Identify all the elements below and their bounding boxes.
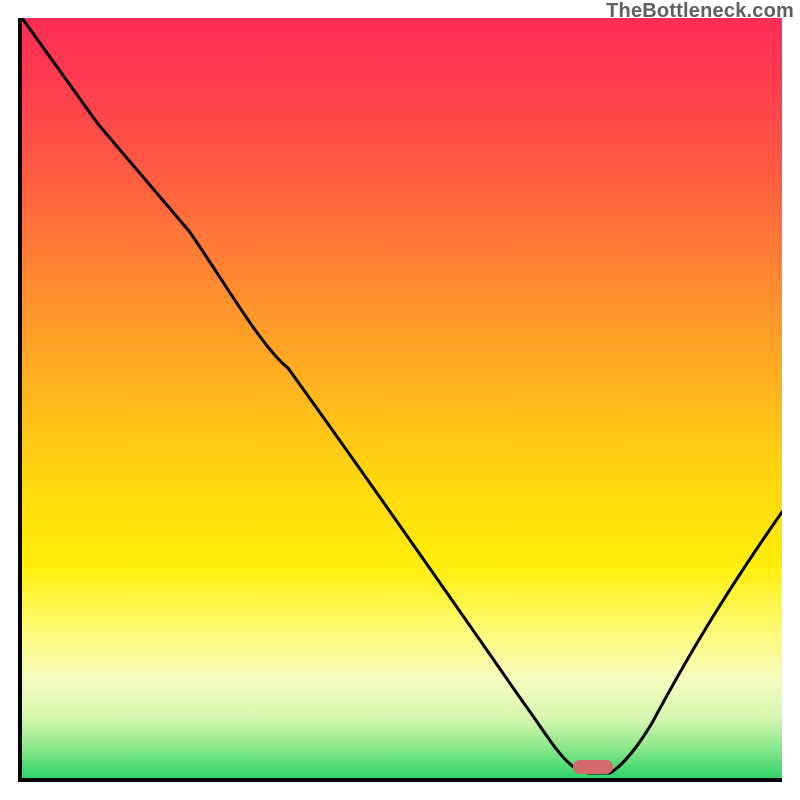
chart-container: TheBottleneck.com	[0, 0, 800, 800]
optimal-marker	[573, 760, 613, 774]
curve-path	[22, 18, 782, 773]
plot-area	[18, 18, 782, 782]
bottleneck-curve	[22, 18, 782, 778]
